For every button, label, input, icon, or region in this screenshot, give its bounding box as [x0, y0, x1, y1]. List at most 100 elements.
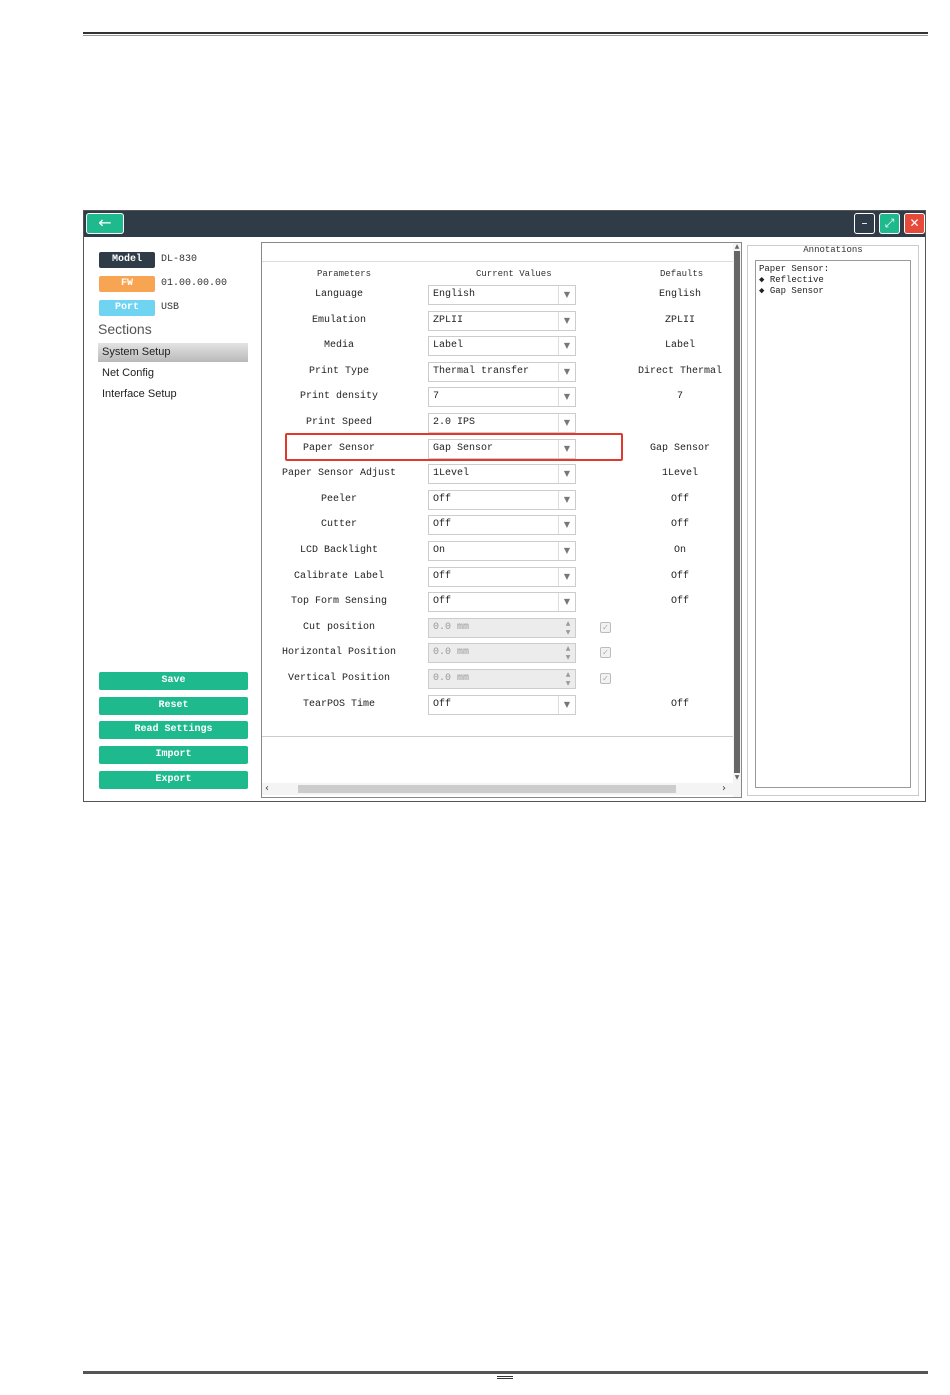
chevron-down-icon[interactable]: ▼	[558, 593, 575, 612]
param-label: TearPOS Time	[302, 698, 375, 710]
value-dropdown[interactable]: Off ▼	[428, 566, 576, 587]
chevron-down-icon[interactable]: ▼	[558, 695, 575, 714]
page-footer-mark	[497, 1376, 513, 1377]
row-checkbox[interactable]: ✓	[600, 673, 611, 684]
param-label: Cutter	[320, 519, 357, 531]
default-value: Direct Thermal	[637, 365, 722, 377]
nav-interface-setup[interactable]: Interface Setup	[98, 385, 248, 404]
value-text: On	[433, 545, 446, 556]
back-button[interactable]: ←	[86, 213, 124, 234]
chevron-down-icon[interactable]: ▼	[558, 542, 575, 560]
param-label: Top Form Sensing	[290, 596, 387, 608]
read-settings-button[interactable]: Read Settings	[99, 721, 248, 739]
scrollbar-thumb[interactable]	[298, 785, 676, 793]
value-text: English	[433, 289, 476, 300]
value-dropdown[interactable]: Thermal transfer ▼	[428, 361, 576, 382]
param-label: Emulation	[311, 314, 366, 326]
value-dropdown[interactable]: Off ▼	[428, 694, 576, 715]
value-text: 7	[433, 391, 440, 403]
value-text: ZPLII	[433, 314, 464, 326]
nav-net-config[interactable]: Net Config	[98, 364, 248, 383]
value-dropdown[interactable]: Off ▼	[428, 489, 576, 510]
spin-arrows-icon[interactable]: ▲ ▼	[561, 619, 575, 637]
scroll-up-icon[interactable]: ▲	[733, 243, 741, 250]
port-badge: Port	[99, 300, 155, 316]
export-button[interactable]: Export	[99, 771, 248, 789]
maximize-button[interactable]: ⤢	[879, 213, 900, 234]
value-dropdown[interactable]: English ▼	[428, 285, 576, 305]
scroll-right-icon[interactable]: ›	[722, 783, 726, 795]
maximize-icon: ⤢	[884, 216, 895, 230]
default-value: On	[673, 545, 686, 556]
default-value: 7	[676, 391, 683, 403]
param-label: Print Speed	[305, 417, 372, 428]
chevron-down-icon[interactable]: ▼	[558, 567, 575, 586]
param-label: Peeler	[320, 493, 357, 505]
import-button[interactable]: Import	[99, 746, 248, 764]
value-dropdown[interactable]: 2.0 IPS ▼	[428, 413, 576, 433]
default-value: 1Level	[661, 468, 698, 480]
chevron-down-icon[interactable]: ▼	[558, 490, 575, 509]
spin-arrows-icon[interactable]: ▲ ▼	[561, 670, 575, 688]
value-dropdown[interactable]: Off ▼	[428, 515, 576, 536]
left-panel: Model DL-830 FW 01.00.00.00 Port USB Sec…	[84, 237, 254, 803]
nav-system-setup[interactable]: System Setup	[98, 343, 248, 362]
value-text: 0.0 mm	[433, 647, 470, 659]
value-text: Off	[433, 519, 452, 531]
annotations-panel: Annotations Paper Sensor: ◆ Reflective ◆…	[747, 245, 919, 796]
spin-arrows-icon[interactable]: ▲ ▼	[561, 644, 575, 662]
chevron-down-icon[interactable]: ▼	[558, 465, 575, 484]
diamond-bullet-icon: ◆	[759, 286, 765, 296]
row-checkbox[interactable]: ✓	[600, 647, 611, 659]
chevron-down-icon[interactable]: ▼	[558, 516, 575, 535]
chevron-down-icon[interactable]: ▼	[558, 286, 575, 304]
value-dropdown[interactable]: 7 ▼	[428, 387, 576, 408]
param-label: Calibrate Label	[293, 570, 384, 582]
scroll-down-icon[interactable]: ▼	[733, 774, 741, 781]
value-spinbox[interactable]: 0.0 mm ▲ ▼	[428, 669, 576, 689]
chevron-down-icon[interactable]: ▼	[558, 388, 575, 407]
value-dropdown[interactable]: 1Level ▼	[428, 464, 576, 485]
param-label: Horizontal Position	[281, 647, 397, 659]
value-spinbox[interactable]: 0.0 mm ▲ ▼	[428, 617, 576, 638]
fw-value: 01.00.00.00	[161, 278, 228, 289]
scrollbar-thumb[interactable]	[734, 251, 740, 773]
page-bottom-rule	[83, 1371, 928, 1374]
chevron-down-icon[interactable]: ▼	[558, 311, 575, 330]
vertical-scrollbar[interactable]: ▲ ▼	[733, 243, 741, 797]
model-badge: Model	[99, 252, 155, 268]
chevron-down-icon[interactable]: ▼	[558, 414, 575, 432]
reset-button[interactable]: Reset	[99, 697, 248, 715]
value-dropdown[interactable]: Off ▼	[428, 592, 576, 613]
divider	[262, 261, 734, 262]
value-spinbox[interactable]: 0.0 mm ▲ ▼	[428, 643, 576, 664]
port-value: USB	[161, 302, 180, 313]
annotation-item: ◆ Gap Sensor	[759, 286, 824, 296]
horizontal-scrollbar[interactable]: ‹ ›	[262, 783, 733, 795]
header-current-values: Current Values	[476, 269, 552, 279]
annotation-item: ◆ Reflective	[759, 275, 824, 285]
page-top-rule-thin	[83, 35, 928, 36]
annotation-heading: Paper Sensor:	[759, 264, 830, 274]
diamond-bullet-icon: ◆	[759, 275, 765, 285]
title-bar: ← – ⤢ ✕	[84, 211, 925, 237]
param-label: Vertical Position	[287, 673, 391, 684]
default-value: Off	[670, 596, 689, 608]
value-dropdown[interactable]: ZPLII ▼	[428, 310, 576, 331]
default-value: Off	[670, 519, 689, 531]
value-text: Label	[433, 340, 464, 352]
close-button[interactable]: ✕	[904, 213, 925, 234]
scroll-left-icon[interactable]: ‹	[265, 783, 269, 795]
value-dropdown[interactable]: On ▼	[428, 541, 576, 561]
value-dropdown[interactable]: Label ▼	[428, 336, 576, 357]
model-value: DL-830	[161, 254, 198, 265]
minimize-button[interactable]: –	[854, 213, 875, 234]
row-checkbox[interactable]: ✓	[600, 621, 611, 633]
chevron-down-icon[interactable]: ▼	[558, 362, 575, 381]
divider	[262, 736, 734, 737]
param-label: Cut position	[302, 621, 375, 633]
value-text: 2.0 IPS	[433, 417, 476, 428]
sections-label: Sections	[98, 321, 152, 337]
chevron-down-icon[interactable]: ▼	[558, 337, 575, 356]
save-button[interactable]: Save	[99, 672, 248, 690]
